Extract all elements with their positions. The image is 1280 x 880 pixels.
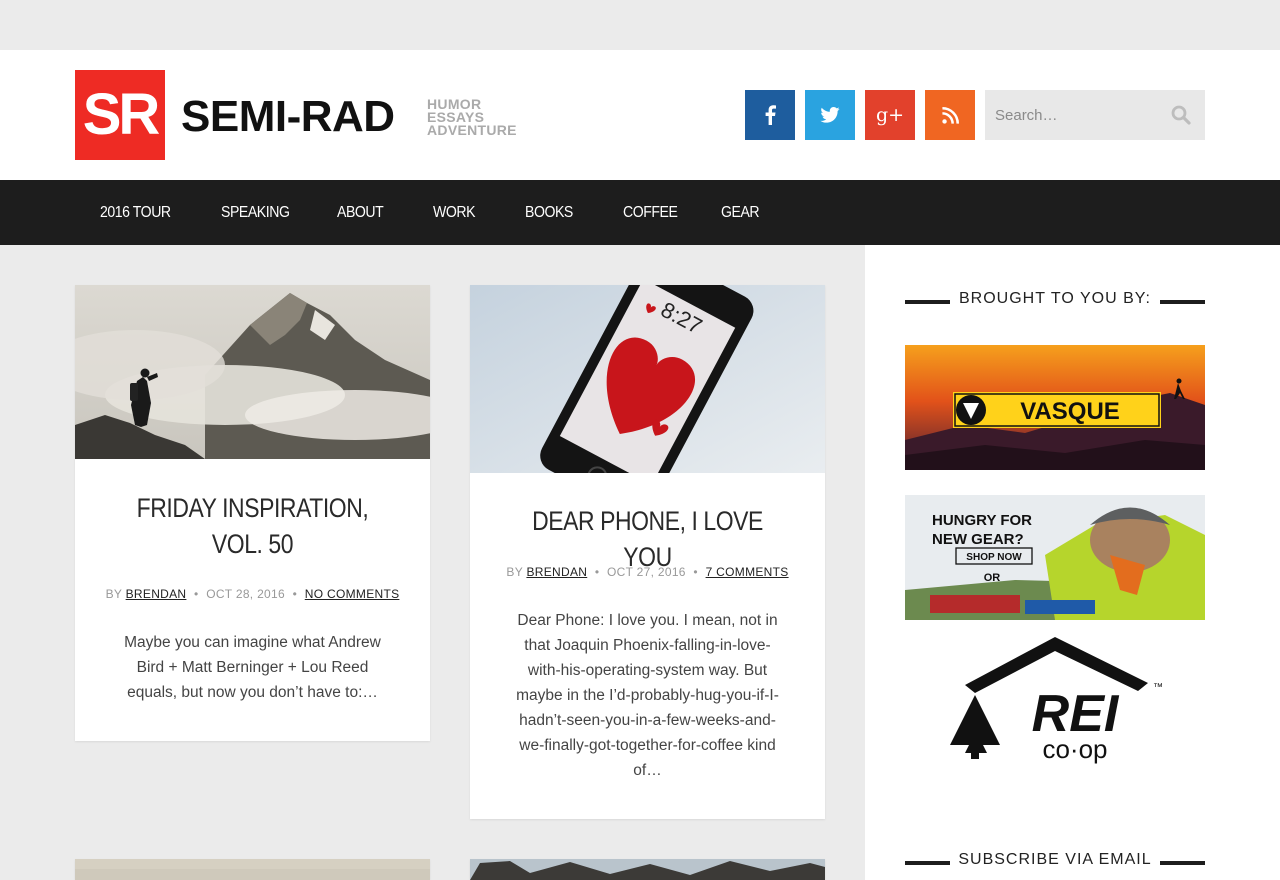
phone-photo: 8:27 xyxy=(470,285,825,473)
post-meta: BY BRENDAN • OCT 27, 2016 • 7 COMMENTS xyxy=(506,565,789,579)
comments-link[interactable]: NO COMMENTS xyxy=(305,587,400,601)
subscribe-widget-title: SUBSCRIBE VIA EMAIL xyxy=(905,851,1205,871)
nav-item-speaking[interactable]: SPEAKING xyxy=(221,180,290,245)
post-image[interactable] xyxy=(470,859,825,880)
top-bar xyxy=(0,0,1280,50)
post-meta: BY BRENDAN • OCT 28, 2016 • NO COMMENTS xyxy=(105,587,400,601)
sponsors-widget-title: BROUGHT TO YOU BY: xyxy=(905,290,1205,310)
logo-wordmark: SEMI-RAD xyxy=(181,92,395,141)
post-excerpt: Dear Phone: I love you. I mean, not in t… xyxy=(516,612,779,779)
post-card: 8:27 DEAR PHONE, I LOVE YOU BY BRENDAN •… xyxy=(470,285,825,819)
rss-icon xyxy=(941,106,959,124)
nav-item-2016-tour[interactable]: 2016 TOUR xyxy=(100,180,171,245)
author-link[interactable]: BRENDAN xyxy=(126,587,187,601)
mountain-photo xyxy=(75,285,430,459)
logo-mark: SR xyxy=(75,70,165,160)
search-input[interactable] xyxy=(985,90,1165,140)
logo-tagline: HUMOR ESSAYS ADVENTURE xyxy=(427,96,517,138)
or-ad-line1: HUNGRY FOR xyxy=(932,512,1032,529)
twitter-button[interactable] xyxy=(805,90,855,140)
post-date: OCT 28, 2016 xyxy=(206,587,285,601)
post-image[interactable] xyxy=(75,859,430,880)
post-card xyxy=(75,859,430,880)
post-excerpt: Maybe you can imagine what Andrew Bird +… xyxy=(124,634,381,701)
shop-now-button[interactable]: SHOP NOW xyxy=(966,552,1022,563)
post-date: OCT 27, 2016 xyxy=(607,565,686,579)
author-link[interactable]: BRENDAN xyxy=(526,565,587,579)
nav-item-gear[interactable]: GEAR xyxy=(721,180,760,245)
post-image[interactable]: 8:27 xyxy=(470,285,825,473)
vasque-logo-text: VASQUE xyxy=(1020,398,1120,425)
rei-trademark: ™ xyxy=(1153,682,1163,693)
vasque-ad[interactable]: VASQUE xyxy=(905,345,1205,470)
rei-ad[interactable]: REI co·op ™ xyxy=(905,635,1205,765)
post-card xyxy=(470,859,825,880)
facebook-icon xyxy=(765,105,776,125)
google-plus-icon: g+ xyxy=(875,104,905,126)
nav-item-work[interactable]: WORK xyxy=(433,180,475,245)
rei-coop-text: co·op xyxy=(1042,734,1107,764)
site-header: SR SEMI-RAD HUMOR ESSAYS ADVENTURE g+ xyxy=(0,50,1280,180)
rss-button[interactable] xyxy=(925,90,975,140)
post-image[interactable] xyxy=(75,285,430,459)
nav-item-books[interactable]: BOOKS xyxy=(525,180,573,245)
post-title[interactable]: FRIDAY INSPIRATION, VOL. 50 xyxy=(105,490,400,562)
google-plus-button[interactable]: g+ xyxy=(865,90,915,140)
or-ad-line2: NEW GEAR? xyxy=(932,531,1024,548)
facebook-button[interactable] xyxy=(745,90,795,140)
outdoor-research-ad[interactable]: HUNGRY FOR NEW GEAR? SHOP NOW OR xyxy=(905,495,1205,620)
or-logo: OR xyxy=(984,572,1001,584)
site-logo[interactable]: SR SEMI-RAD HUMOR ESSAYS ADVENTURE xyxy=(75,70,535,160)
comments-link[interactable]: 7 COMMENTS xyxy=(706,565,789,579)
twitter-icon xyxy=(820,107,840,123)
search-icon[interactable] xyxy=(1171,105,1191,125)
post-card: FRIDAY INSPIRATION, VOL. 50 BY BRENDAN •… xyxy=(75,285,430,741)
search-box xyxy=(985,90,1205,140)
nav-item-coffee[interactable]: COFFEE xyxy=(623,180,678,245)
nav-item-about[interactable]: ABOUT xyxy=(337,180,384,245)
main-nav: 2016 TOUR SPEAKING ABOUT WORK BOOKS COFF… xyxy=(0,180,1280,245)
